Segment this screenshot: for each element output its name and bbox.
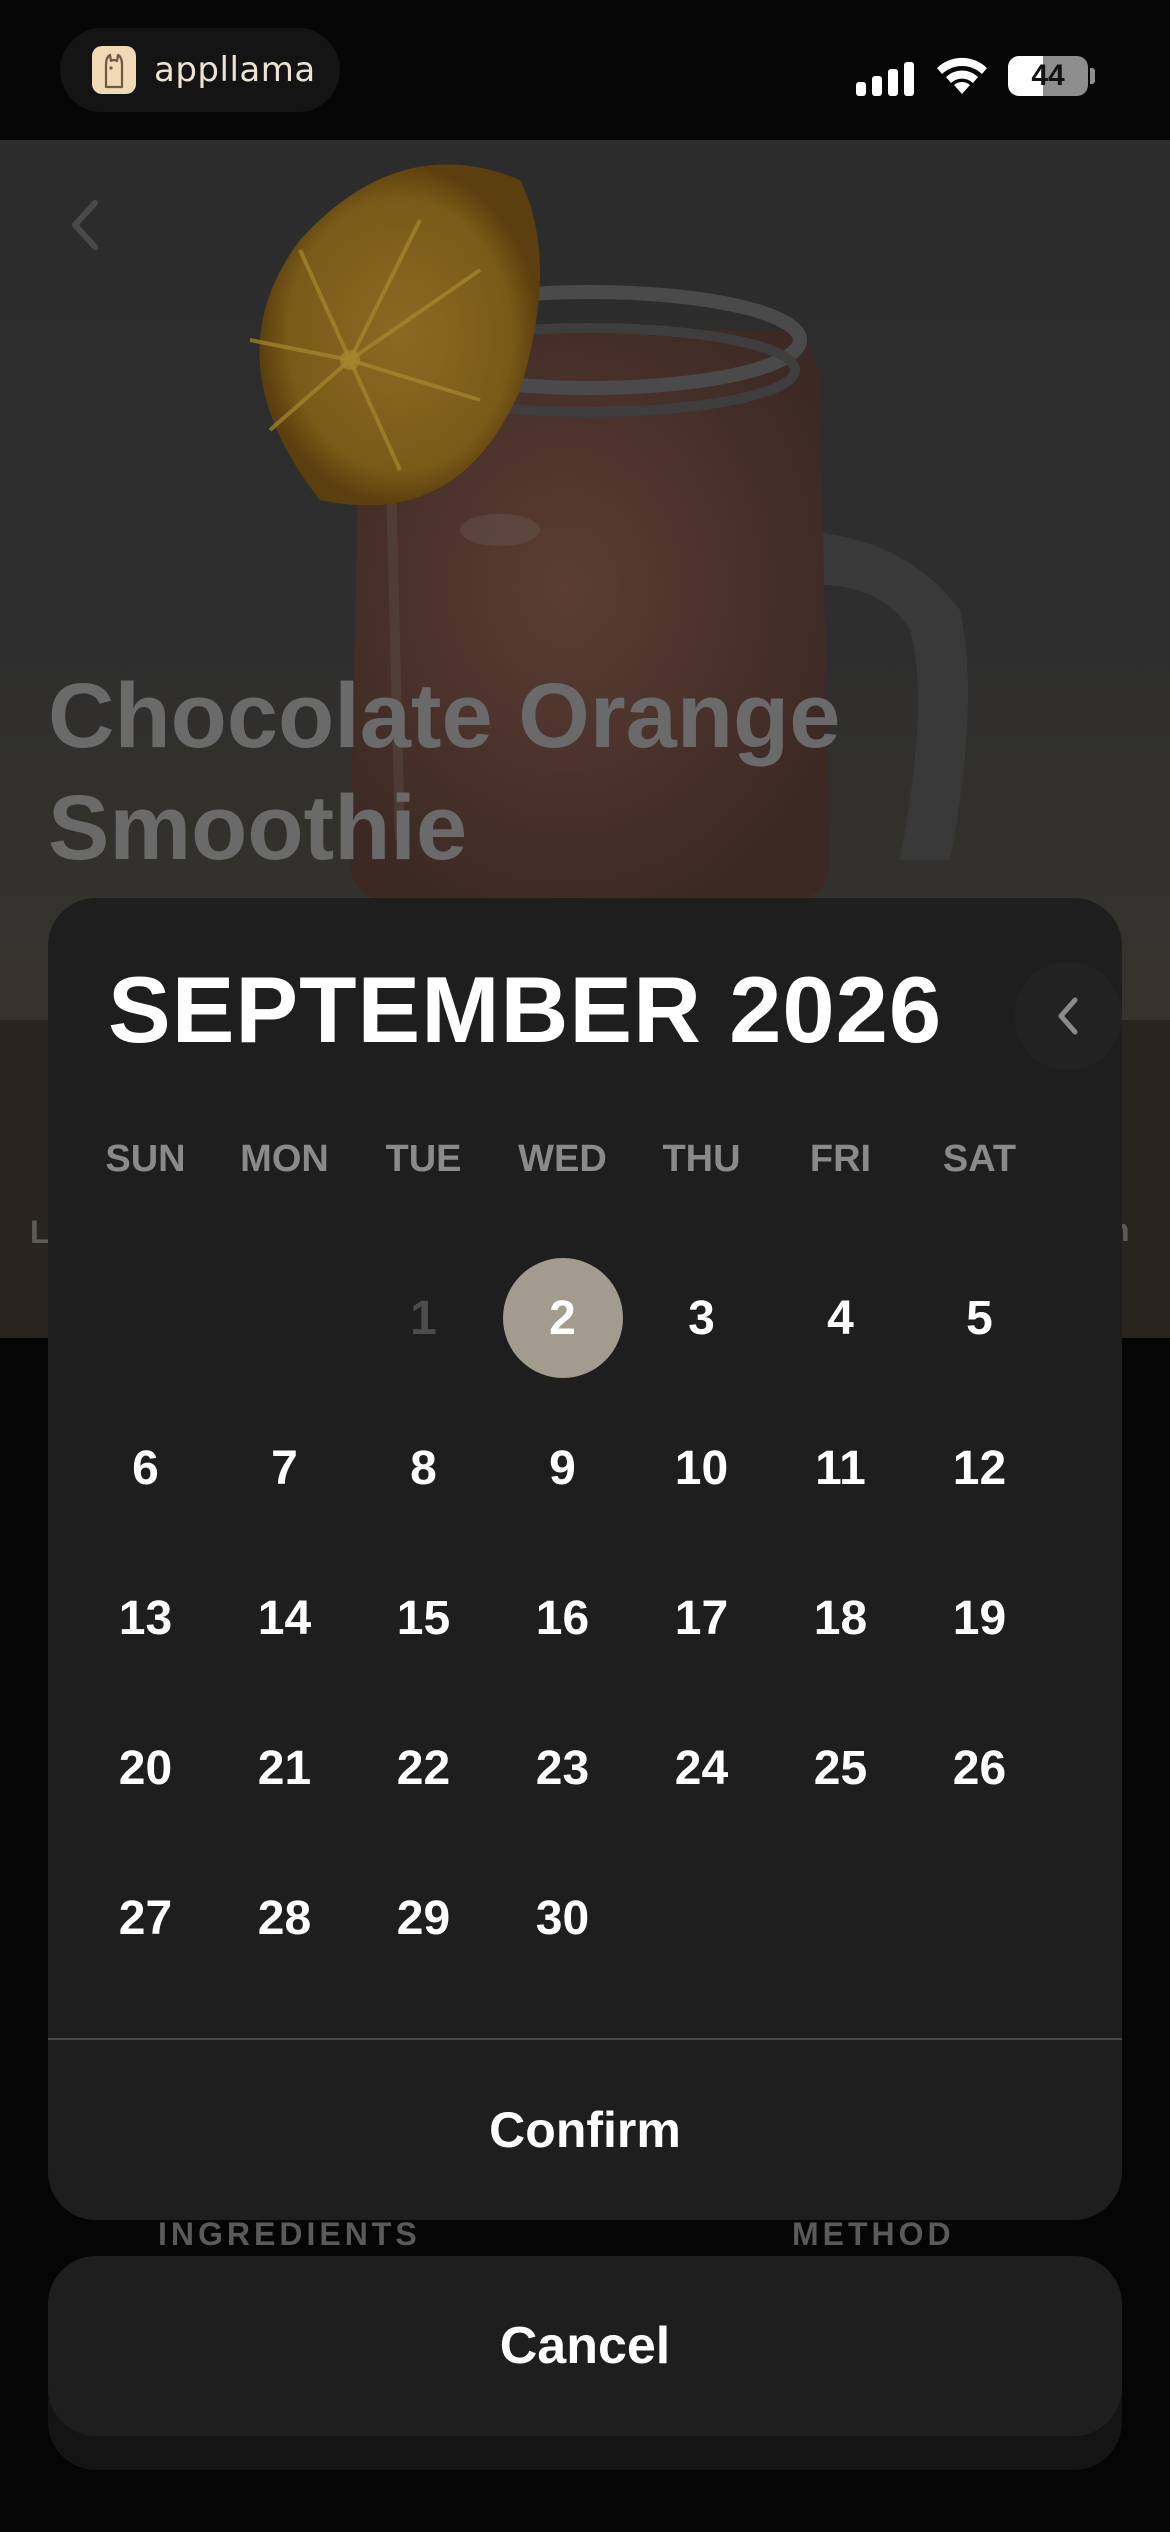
day-cell[interactable]: 4	[771, 1258, 910, 1408]
day-cell[interactable]: 22	[354, 1708, 493, 1858]
confirm-button[interactable]: Confirm	[48, 2040, 1122, 2220]
chevron-left-icon	[1058, 997, 1078, 1035]
cellular-signal-icon	[856, 58, 916, 96]
day-number: 6	[132, 1441, 159, 1495]
weekday-thu: THU	[662, 1138, 741, 1180]
day-cell[interactable]: 5	[910, 1258, 1049, 1408]
day-cell[interactable]: 7	[215, 1408, 354, 1558]
day-cell[interactable]: 12	[910, 1408, 1049, 1558]
day-number: 12	[952, 1441, 1007, 1495]
day-number: 17	[674, 1591, 729, 1645]
battery-percent: 44	[1031, 59, 1065, 92]
weekday-header-row: SUN MON TUE WED THU FRI SAT	[76, 1138, 1076, 1198]
day-number: 16	[535, 1591, 590, 1645]
day-cell[interactable]: 30	[493, 1858, 632, 2008]
day-cell[interactable]: 28	[215, 1858, 354, 2008]
day-number: 23	[535, 1741, 590, 1795]
day-number: 24	[674, 1741, 729, 1795]
back-button[interactable]	[50, 190, 120, 260]
tab-ingredients[interactable]: INGREDIENTS	[158, 2216, 421, 2253]
weekday-sun: SUN	[105, 1138, 186, 1180]
day-number: 21	[257, 1741, 312, 1795]
day-cell[interactable]: 27	[76, 1858, 215, 2008]
day-number: 10	[674, 1441, 729, 1495]
day-cell[interactable]: 6	[76, 1408, 215, 1558]
day-number: 22	[396, 1741, 451, 1795]
day-cell[interactable]: 29	[354, 1858, 493, 2008]
day-number: 11	[815, 1441, 866, 1495]
day-number: 27	[118, 1891, 173, 1945]
previous-month-button[interactable]	[1014, 962, 1122, 1070]
day-cell[interactable]: 15	[354, 1558, 493, 1708]
day-cell[interactable]: 9	[493, 1408, 632, 1558]
weekday-tue: TUE	[385, 1138, 462, 1180]
brand-logo-icon	[92, 46, 136, 94]
day-cell[interactable]: 11	[771, 1408, 910, 1558]
recipe-title: Chocolate Orange Smoothie	[48, 660, 1048, 884]
status-bar: appllama 44	[0, 0, 1170, 140]
date-picker-sheet: SEPTEMBER 2026 SUN MON TUE WED THU FRI SAT 123…	[48, 898, 1122, 2220]
month-title: SEPTEMBER 2026	[108, 957, 943, 1062]
day-cell[interactable]: 17	[632, 1558, 771, 1708]
day-number: 20	[118, 1741, 173, 1795]
day-number: 9	[549, 1441, 576, 1495]
day-cell-selected[interactable]: 2	[493, 1258, 632, 1408]
day-number: 26	[952, 1741, 1007, 1795]
day-number: 7	[271, 1441, 298, 1495]
battery-icon: 44	[1008, 56, 1088, 96]
weekday-wed: WED	[518, 1138, 607, 1180]
day-number: 2	[502, 1258, 623, 1378]
day-number: 28	[257, 1891, 312, 1945]
empty-day-cell	[76, 1258, 215, 1408]
day-cell[interactable]: 25	[771, 1708, 910, 1858]
recipe-title-line-2: Smoothie	[48, 777, 468, 879]
day-number: 5	[966, 1291, 993, 1345]
battery-nub	[1090, 68, 1095, 84]
stat-label-left: L	[30, 1214, 50, 1250]
wifi-icon	[934, 54, 990, 96]
brand-pill[interactable]: appllama	[60, 28, 340, 112]
day-cell[interactable]: 10	[632, 1408, 771, 1558]
day-number: 14	[257, 1591, 312, 1645]
day-number: 3	[688, 1291, 715, 1345]
app-screen: appllama 44 Chocolate Orange Smoothie L …	[0, 0, 1170, 2532]
calendar-day-grid: 1 2 3 4 5 6 7 8 9 10 11 12 13 14 15 16 17 18 19 20 21 22 23 24 2…	[76, 1258, 1049, 2008]
day-cell[interactable]: 26	[910, 1708, 1049, 1858]
day-cell: 1	[354, 1258, 493, 1408]
weekday-sat: SAT	[942, 1138, 1017, 1180]
day-number: 29	[396, 1891, 451, 1945]
tab-method[interactable]: METHOD	[792, 2216, 955, 2253]
day-cell[interactable]: 24	[632, 1708, 771, 1858]
brand-name: appllama	[154, 50, 316, 90]
day-number: 15	[396, 1591, 451, 1645]
day-cell[interactable]: 13	[76, 1558, 215, 1708]
day-number: 19	[952, 1591, 1007, 1645]
day-number: 8	[410, 1441, 437, 1495]
day-cell[interactable]: 20	[76, 1708, 215, 1858]
day-cell[interactable]: 14	[215, 1558, 354, 1708]
day-cell[interactable]: 21	[215, 1708, 354, 1858]
day-number: 4	[827, 1291, 854, 1345]
recipe-hero: Chocolate Orange Smoothie	[0, 140, 1170, 1020]
weekday-mon: MON	[240, 1138, 329, 1180]
empty-day-cell	[215, 1258, 354, 1408]
day-number: 13	[118, 1591, 173, 1645]
weekday-fri: FRI	[809, 1138, 872, 1180]
day-cell[interactable]: 3	[632, 1258, 771, 1408]
day-cell[interactable]: 8	[354, 1408, 493, 1558]
cancel-button[interactable]: Cancel	[48, 2256, 1122, 2436]
recipe-title-line-1: Chocolate Orange	[48, 665, 841, 767]
day-number: 18	[813, 1591, 868, 1645]
day-cell[interactable]: 23	[493, 1708, 632, 1858]
day-number: 1	[410, 1291, 437, 1345]
day-number: 25	[813, 1741, 868, 1795]
chevron-left-icon	[72, 200, 98, 250]
day-number: 30	[535, 1891, 590, 1945]
day-cell[interactable]: 18	[771, 1558, 910, 1708]
recipe-photo	[249, 164, 968, 900]
day-cell[interactable]: 19	[910, 1558, 1049, 1708]
day-cell[interactable]: 16	[493, 1558, 632, 1708]
